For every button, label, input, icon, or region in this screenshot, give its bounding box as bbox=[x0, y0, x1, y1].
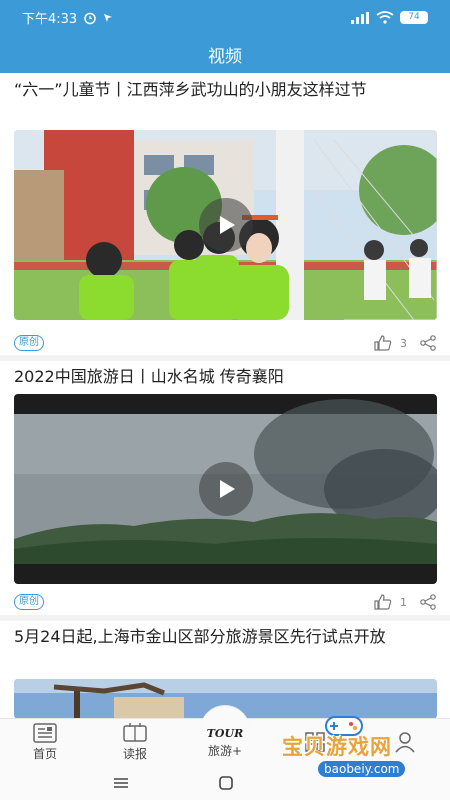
video-thumbnail[interactable] bbox=[14, 130, 437, 320]
reader-icon bbox=[123, 723, 147, 742]
video-title[interactable]: “六一”儿童节丨江西萍乡武功山的小朋友这样过节 bbox=[14, 78, 437, 101]
video-feed[interactable]: “六一”儿童节丨江西萍乡武功山的小朋友这样过节 原创 3 2022中国旅游日丨山… bbox=[0, 73, 450, 718]
thumbs-up-icon[interactable] bbox=[374, 335, 392, 351]
video-meta: 原创 1 bbox=[14, 591, 437, 613]
newspaper-icon bbox=[33, 723, 57, 743]
status-right: 74 bbox=[350, 11, 428, 24]
watermark: 宝贝游戏网 baobeiy.com bbox=[272, 713, 422, 785]
nav-tour[interactable]: TOUR 旅游+ bbox=[180, 705, 270, 766]
like-count: 3 bbox=[400, 336, 407, 350]
like-count: 1 bbox=[400, 595, 407, 609]
share-icon[interactable] bbox=[419, 335, 437, 351]
video-meta: 原创 3 bbox=[14, 332, 437, 354]
location-arrow-icon bbox=[104, 13, 113, 22]
divider bbox=[0, 615, 450, 621]
nav-home[interactable]: 首页 bbox=[0, 719, 90, 766]
nav-label: 旅游+ bbox=[207, 743, 243, 758]
video-actions: 3 bbox=[374, 335, 437, 351]
status-time: 下午4:33 bbox=[22, 12, 78, 27]
battery-icon: 74 bbox=[400, 11, 428, 24]
video-title[interactable]: 5月24日起,上海市金山区部分旅游景区先行试点开放 bbox=[14, 625, 437, 648]
watermark-text: 宝贝游戏网 bbox=[282, 735, 392, 759]
original-tag: 原创 bbox=[14, 594, 44, 610]
original-tag: 原创 bbox=[14, 335, 44, 351]
nav-label: 首页 bbox=[32, 747, 57, 761]
video-actions: 1 bbox=[374, 594, 437, 610]
alarm-icon bbox=[84, 12, 96, 24]
watermark-url: baobeiy.com bbox=[318, 761, 406, 777]
nav-label: 读报 bbox=[122, 747, 147, 761]
video-card[interactable]: 2022中国旅游日丨山水名城 传奇襄阳 原创 1 bbox=[14, 365, 437, 620]
status-bar: 下午4:33 74 bbox=[0, 0, 450, 35]
play-button[interactable] bbox=[198, 198, 253, 252]
divider bbox=[0, 355, 450, 361]
thumbs-up-icon[interactable] bbox=[374, 594, 392, 610]
video-card[interactable]: “六一”儿童节丨江西萍乡武功山的小朋友这样过节 原创 3 bbox=[14, 78, 437, 353]
wifi-icon bbox=[376, 11, 394, 24]
menu-icon[interactable] bbox=[113, 777, 129, 789]
status-left: 下午4:33 bbox=[22, 8, 113, 27]
title-bar: 视频 bbox=[0, 35, 450, 73]
page-title: 视频 bbox=[208, 46, 242, 67]
video-title[interactable]: 2022中国旅游日丨山水名城 传奇襄阳 bbox=[14, 365, 437, 388]
home-icon[interactable] bbox=[219, 776, 233, 790]
share-icon[interactable] bbox=[419, 594, 437, 610]
video-thumbnail[interactable] bbox=[14, 394, 437, 584]
tour-logo-icon: TOUR bbox=[206, 726, 244, 740]
play-button[interactable] bbox=[198, 462, 253, 516]
nav-reader[interactable]: 读报 bbox=[90, 719, 180, 766]
signal-icon bbox=[351, 11, 369, 24]
